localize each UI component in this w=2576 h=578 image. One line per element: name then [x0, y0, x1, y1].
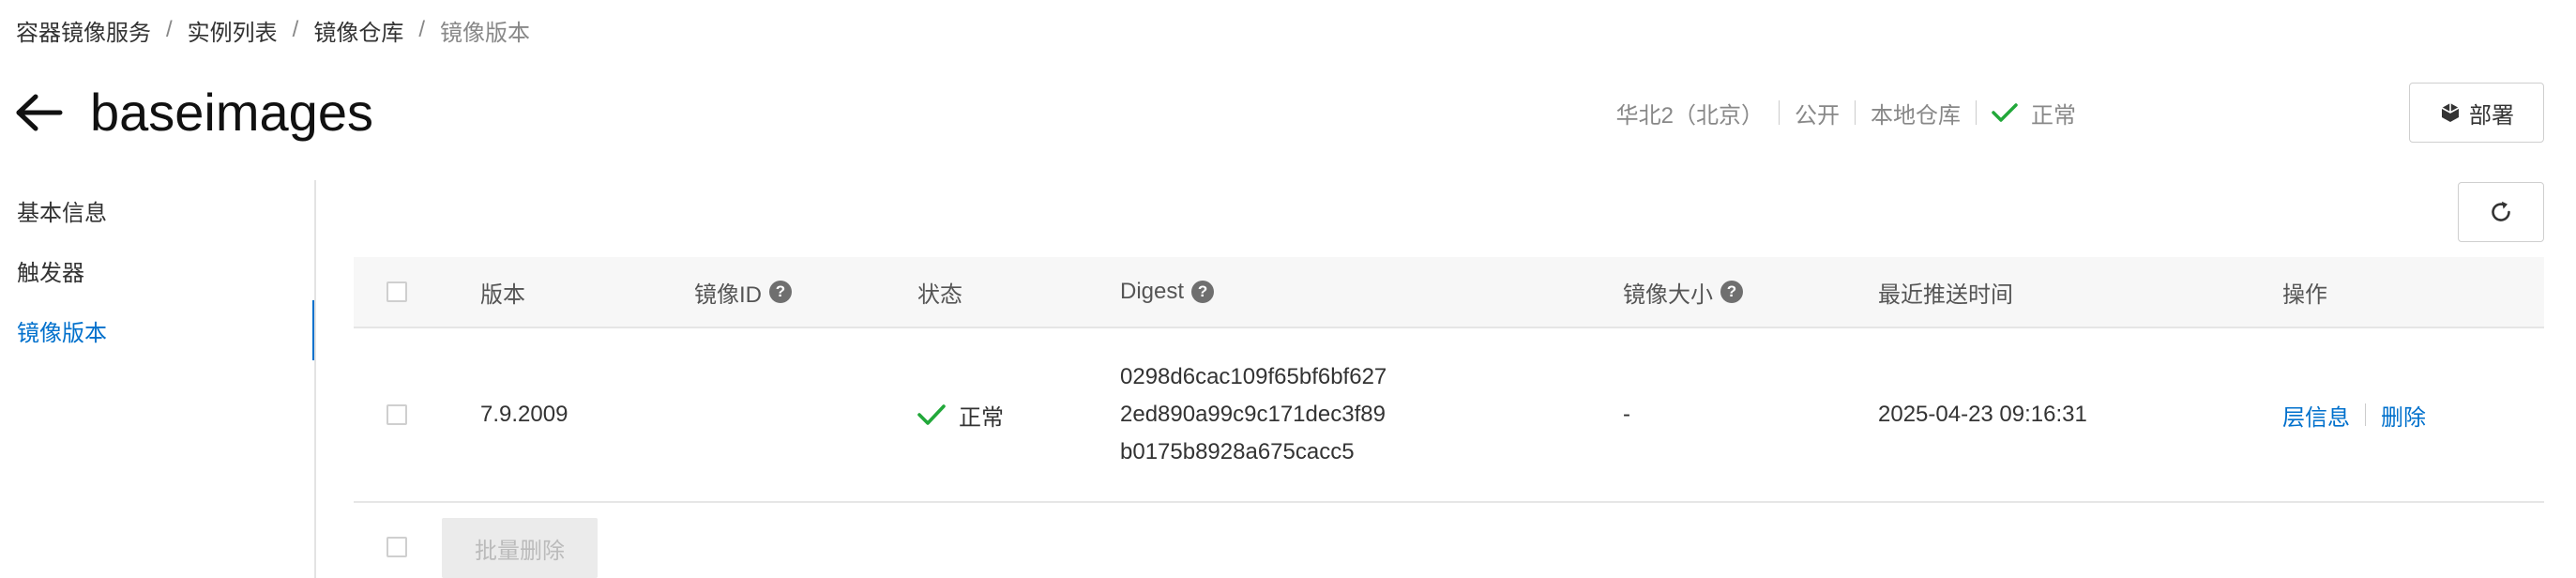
- table-header: 版本 镜像ID ? 状态 Digest ? 镜像大小 ? 最近推送时间 操作: [354, 257, 2544, 328]
- status-cell: 正常: [917, 328, 1004, 501]
- versions-table: 版本 镜像ID ? 状态 Digest ? 镜像大小 ? 最近推送时间 操作 7…: [354, 257, 2544, 503]
- sidenav: 基本信息 触发器 镜像版本: [0, 180, 316, 360]
- meta-divider: [1779, 100, 1780, 125]
- sidenav-item-image-versions[interactable]: 镜像版本: [0, 300, 316, 360]
- batch-select-checkbox[interactable]: [386, 537, 407, 557]
- region-text: 华北2（北京）: [1615, 102, 1764, 129]
- arrow-left-icon: [16, 94, 63, 131]
- page-title: baseimages: [90, 83, 373, 142]
- digest-cell: 0298d6cac109f65bf6bf627 2ed890a99c9c171d…: [1120, 328, 1386, 501]
- pushed-at-cell: 2025-04-23 09:16:31: [1878, 402, 2087, 427]
- column-header-label: Digest: [1120, 279, 1185, 304]
- breadcrumb-item-instance-list[interactable]: 实例列表: [188, 14, 278, 47]
- column-header-pushed-at: 最近推送时间: [1878, 281, 2013, 308]
- sidenav-item-label: 镜像版本: [17, 320, 107, 346]
- column-header-digest: Digest ?: [1120, 257, 1215, 327]
- back-button[interactable]: [13, 88, 66, 137]
- sidenav-item-triggers[interactable]: 触发器: [0, 240, 316, 300]
- column-header-label: 镜像大小: [1623, 281, 1713, 308]
- cube-icon: [2441, 103, 2460, 122]
- layer-info-link[interactable]: 层信息: [2282, 399, 2350, 432]
- sidenav-item-basic-info[interactable]: 基本信息: [0, 180, 316, 240]
- table-row: 7.9.2009 正常 0298d6cac109f65bf6bf627 2ed8…: [354, 328, 2544, 503]
- repo-meta: 华北2（北京） 公开 本地仓库 正常: [1616, 94, 2076, 131]
- check-icon: [1992, 103, 2018, 122]
- meta-divider: [1976, 100, 1977, 125]
- help-icon[interactable]: ?: [1720, 281, 1743, 303]
- breadcrumb-separator: /: [418, 17, 426, 42]
- repo-status: 正常: [1992, 97, 2076, 129]
- repo-type-text: 本地仓库: [1871, 102, 1961, 129]
- help-icon[interactable]: ?: [1191, 281, 1215, 303]
- breadcrumb-item-registry-service[interactable]: 容器镜像服务: [16, 14, 151, 47]
- column-header-image-id: 镜像ID ?: [694, 257, 792, 327]
- version-cell: 7.9.2009: [480, 402, 568, 427]
- batch-delete-button[interactable]: 批量删除: [442, 518, 598, 578]
- column-header-actions: 操作: [2282, 281, 2327, 308]
- meta-divider: [1855, 100, 1856, 125]
- column-header-size: 镜像大小 ?: [1623, 257, 1743, 327]
- column-header-label: 镜像ID: [694, 281, 762, 308]
- row-select-cell: [386, 328, 407, 501]
- breadcrumb: 容器镜像服务 / 实例列表 / 镜像仓库 / 镜像版本: [16, 13, 530, 47]
- sidenav-item-label: 触发器: [17, 260, 84, 286]
- sidenav-divider: [314, 180, 316, 578]
- check-icon: [917, 404, 946, 425]
- column-header-status: 状态: [917, 281, 962, 308]
- digest-line: 2ed890a99c9c171dec3f89: [1120, 402, 1386, 427]
- column-header-version: 版本: [480, 281, 525, 308]
- action-divider: [2365, 403, 2366, 426]
- status-text: 正常: [959, 404, 1004, 431]
- deploy-label: 部署: [2469, 102, 2514, 129]
- sidenav-item-label: 基本信息: [17, 200, 107, 226]
- breadcrumb-separator: /: [292, 17, 299, 42]
- visibility-text: 公开: [1795, 102, 1840, 129]
- breadcrumb-item-image-repo[interactable]: 镜像仓库: [313, 14, 403, 47]
- actions-cell: 层信息 删除: [2282, 328, 2426, 501]
- size-cell: -: [1623, 402, 1630, 427]
- digest-line: 0298d6cac109f65bf6bf627: [1120, 364, 1387, 389]
- deploy-button[interactable]: 部署: [2409, 83, 2544, 143]
- help-icon[interactable]: ?: [769, 281, 792, 303]
- select-all-checkbox[interactable]: [386, 281, 407, 302]
- delete-link[interactable]: 删除: [2381, 399, 2426, 432]
- digest-line: b0175b8928a675cacc5: [1120, 439, 1355, 464]
- breadcrumb-separator: /: [166, 17, 173, 42]
- row-checkbox[interactable]: [386, 404, 407, 425]
- select-all-cell: [386, 257, 407, 327]
- refresh-icon: [2492, 201, 2510, 221]
- breadcrumb-item-image-versions: 镜像版本: [440, 20, 531, 46]
- page: 容器镜像服务 / 实例列表 / 镜像仓库 / 镜像版本 baseimages 华…: [0, 0, 2576, 578]
- repo-status-text: 正常: [2031, 102, 2076, 129]
- refresh-button[interactable]: [2458, 182, 2544, 242]
